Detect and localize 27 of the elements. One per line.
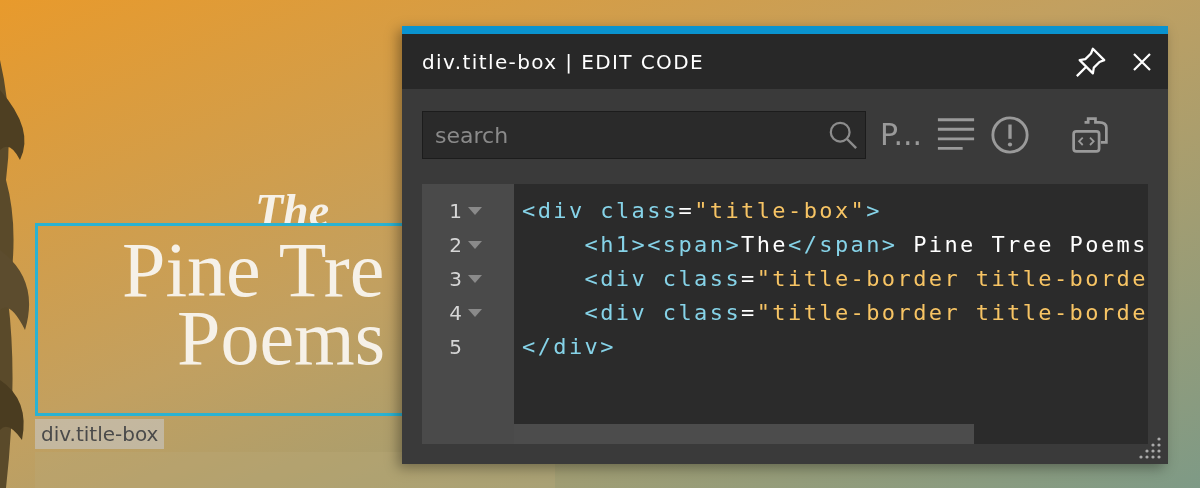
- toolbar-button[interactable]: P...: [880, 115, 923, 155]
- search-icon: [828, 120, 858, 150]
- code-line: <div class="title-box">: [522, 197, 882, 225]
- line-number: 5: [449, 335, 462, 359]
- search-field[interactable]: search: [422, 111, 866, 159]
- line-number: 3: [449, 267, 462, 291]
- line-number: 1: [449, 199, 462, 223]
- code-editor[interactable]: 1 2 3 4 5 <div class="title-box"> <h1><span>The</span> Pine Tree Poems <div class="title-border title-borde <div class="title-border title-borde </div>: [422, 184, 1148, 444]
- alert-icon[interactable]: [990, 115, 1031, 155]
- line-number: 2: [449, 233, 462, 257]
- fold-caret-icon[interactable]: [468, 207, 482, 215]
- page-title: Pine Tre: [122, 236, 385, 304]
- line-number: 4: [449, 301, 462, 325]
- code-line: </div>: [522, 333, 616, 361]
- selection-label: div.title-box: [35, 419, 165, 449]
- fold-caret-icon[interactable]: [468, 275, 482, 283]
- clipboard-code-icon[interactable]: [1070, 115, 1111, 155]
- fold-caret-icon[interactable]: [468, 309, 482, 317]
- panel-title: div.title-box | EDIT CODE: [422, 49, 706, 74]
- code-line: <h1><span>The</span> Pine Tree Poems: [583, 231, 1148, 259]
- resize-grip-icon[interactable]: [1138, 436, 1162, 460]
- close-icon[interactable]: [1132, 51, 1152, 72]
- code-line: <div class="title-border title-borde: [583, 265, 1148, 293]
- code-line: <div class="title-border title-borde: [583, 299, 1148, 327]
- page-title: Poems: [177, 304, 386, 372]
- scrollbar[interactable]: [514, 424, 974, 444]
- fold-caret-icon[interactable]: [468, 241, 482, 249]
